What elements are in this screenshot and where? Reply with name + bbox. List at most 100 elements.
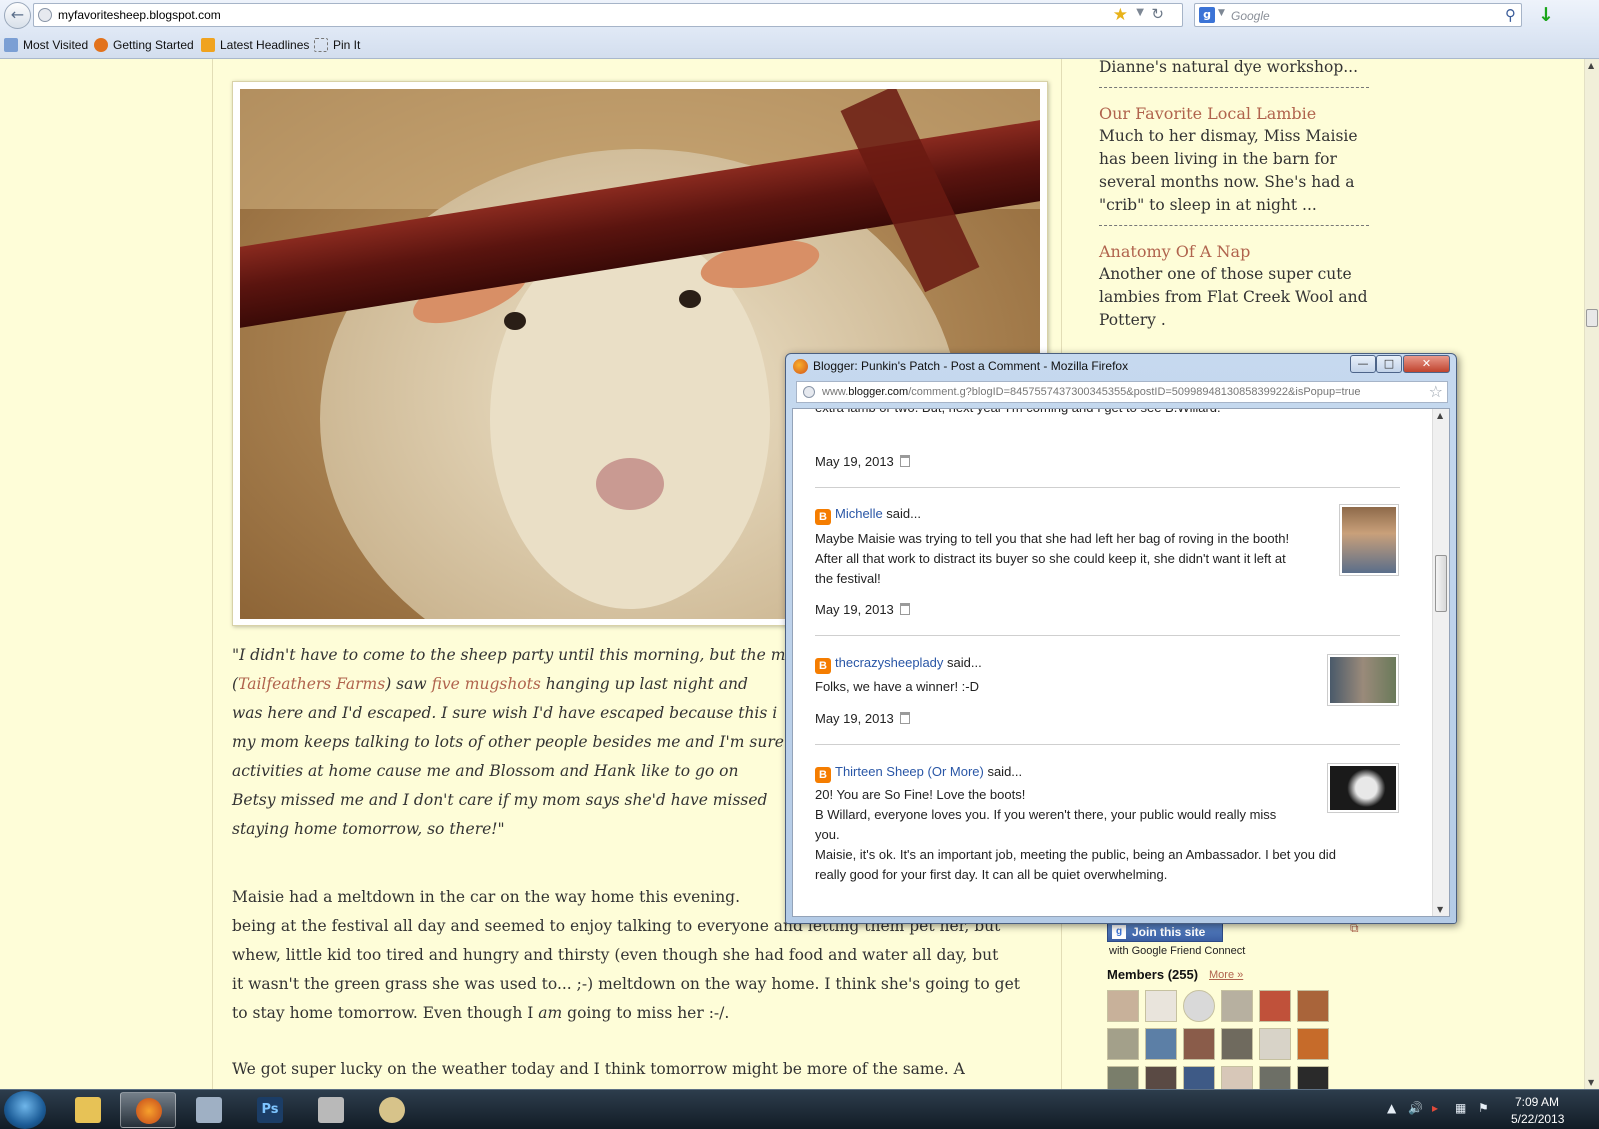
scroll-down-arrow-icon[interactable]: ▼ (1588, 1078, 1594, 1087)
show-hidden-icons-icon[interactable]: ▲ (1387, 1101, 1396, 1115)
address-text[interactable]: myfavoritesheep.blogspot.com (58, 8, 221, 22)
start-button[interactable] (4, 1091, 46, 1129)
member-avatar[interactable] (1107, 1066, 1139, 1089)
bookmark-most-visited[interactable]: Most Visited (4, 38, 88, 52)
clock-date[interactable]: 5/22/2013 (1511, 1112, 1564, 1126)
delete-trash-icon[interactable] (899, 603, 910, 615)
muted-speaker-icon[interactable]: ▸ (1432, 1101, 1438, 1115)
taskbar-paint[interactable] (364, 1092, 420, 1128)
network-icon[interactable]: ▦ (1455, 1101, 1466, 1115)
reload-icon[interactable]: ↻ (1151, 5, 1164, 23)
member-avatar[interactable] (1297, 1066, 1329, 1089)
back-button[interactable]: ← (4, 2, 31, 29)
bookmark-latest-headlines[interactable]: Latest Headlines (201, 38, 309, 52)
minimize-button[interactable]: — (1350, 355, 1376, 373)
comment-header: B Michelle said... (815, 506, 921, 525)
comments-list[interactable]: extra lamb or two. But, next year I'm co… (792, 408, 1450, 917)
member-avatar[interactable] (1259, 1066, 1291, 1089)
sidebar-post-title[interactable]: Our Favorite Local Lambie (1099, 102, 1369, 125)
divider (1099, 87, 1369, 88)
avatar-image (1330, 766, 1396, 810)
popup-address-text[interactable]: www.blogger.com/comment.g?blogID=8457557… (822, 386, 1361, 398)
firefox-icon (94, 38, 108, 52)
commenter-avatar[interactable] (1327, 763, 1399, 813)
member-avatar[interactable] (1221, 1028, 1253, 1060)
taskbar-calculator[interactable] (181, 1092, 237, 1128)
comment-date: May 19, 2013 (815, 711, 910, 726)
bookmark-star-icon[interactable]: ☆ (1429, 382, 1443, 401)
comment-author-link[interactable]: thecrazysheeplady (835, 655, 943, 670)
members-count: Members (255) (1107, 967, 1199, 982)
delete-trash-icon[interactable] (899, 712, 910, 724)
address-bar[interactable]: myfavoritesheep.blogspot.com ★ ▼ ↻ (33, 3, 1183, 27)
bookmarks-toolbar: Most Visited Getting Started Latest Head… (0, 31, 1599, 59)
member-avatar[interactable] (1145, 1028, 1177, 1060)
speaker-icon[interactable]: 🔊 (1408, 1101, 1423, 1115)
search-placeholder[interactable]: Google (1231, 9, 1270, 23)
site-identity-icon[interactable] (803, 386, 815, 398)
comment-date: May 19, 2013 (815, 602, 910, 617)
url-history-dropdown-icon[interactable]: ▼ (1136, 7, 1144, 18)
google-engine-icon[interactable]: g (1199, 7, 1215, 23)
sidebar-post-title[interactable]: Anatomy Of A Nap (1099, 240, 1369, 263)
popup-scrollbar[interactable]: ▲ ▼ (1432, 409, 1449, 916)
tailfeathers-farms-link[interactable]: Tailfeathers Farms (238, 675, 385, 693)
browser-navbar: ← myfavoritesheep.blogspot.com ★ ▼ ↻ g ▼… (0, 0, 1599, 31)
comment-author-link[interactable]: Michelle (835, 506, 883, 521)
comment-body: 20! You are So Fine! Love the boots! B W… (815, 787, 1336, 882)
bookmark-pin-it[interactable]: Pin It (314, 38, 360, 52)
scroll-up-arrow-icon[interactable]: ▲ (1437, 411, 1443, 420)
paint-palette-icon (379, 1097, 405, 1123)
search-magnifier-icon[interactable]: ⚲ (1505, 6, 1516, 24)
site-identity-icon[interactable] (38, 8, 52, 22)
bookmark-getting-started[interactable]: Getting Started (94, 38, 194, 52)
member-avatar[interactable] (1297, 990, 1329, 1022)
taskbar-app[interactable] (303, 1092, 359, 1128)
comment-author-link[interactable]: Thirteen Sheep (Or More) (835, 764, 984, 779)
downloads-arrow-icon[interactable]: ↓ (1538, 4, 1554, 26)
five-mugshots-link[interactable]: five mugshots (432, 675, 541, 693)
member-avatar[interactable] (1145, 990, 1177, 1022)
sidebar-snippet: Dianne's natural dye workshop... (1099, 59, 1359, 76)
scrollbar-thumb[interactable] (1586, 309, 1598, 327)
firefox-icon (136, 1098, 162, 1124)
member-avatar[interactable] (1259, 990, 1291, 1022)
close-button[interactable]: ✕ (1403, 355, 1450, 373)
join-this-site-button[interactable]: g Join this site (1107, 922, 1223, 942)
bookmark-star-icon[interactable]: ★ (1113, 5, 1128, 25)
member-avatar[interactable] (1221, 1066, 1253, 1089)
taskbar-firefox[interactable] (120, 1092, 176, 1128)
member-avatar[interactable] (1259, 1028, 1291, 1060)
scrollbar-thumb[interactable] (1435, 555, 1447, 612)
member-avatar[interactable] (1183, 990, 1215, 1022)
action-center-flag-icon[interactable]: ⚑ (1478, 1101, 1489, 1115)
delete-trash-icon[interactable] (899, 455, 910, 467)
search-bar[interactable]: g ▼ Google ⚲ (1194, 3, 1522, 27)
member-avatar[interactable] (1107, 1028, 1139, 1060)
member-avatar[interactable] (1221, 990, 1253, 1022)
member-avatar[interactable] (1145, 1066, 1177, 1089)
member-avatar[interactable] (1183, 1066, 1215, 1089)
divider (1099, 225, 1369, 226)
scroll-down-arrow-icon[interactable]: ▼ (1437, 905, 1443, 914)
search-engine-dropdown-icon[interactable]: ▼ (1218, 8, 1225, 18)
popup-address-bar[interactable]: www.blogger.com/comment.g?blogID=8457557… (796, 381, 1448, 403)
scroll-up-arrow-icon[interactable]: ▲ (1588, 61, 1594, 70)
comment-header: Bthecrazysheeplady said... (815, 655, 982, 674)
window-app-icon (318, 1097, 344, 1123)
commenter-avatar[interactable] (1327, 654, 1399, 706)
comment-popup-window[interactable]: Blogger: Punkin's Patch - Post a Comment… (785, 353, 1457, 924)
members-more-link[interactable]: More » (1209, 969, 1243, 981)
taskbar-photoshop[interactable]: Ps (242, 1092, 298, 1128)
member-avatar[interactable] (1297, 1028, 1329, 1060)
member-avatar[interactable] (1183, 1028, 1215, 1060)
page-scrollbar[interactable]: ▲ ▼ (1584, 59, 1599, 1089)
comment-body: Maybe Maisie was trying to tell you that… (815, 531, 1290, 586)
clock-time[interactable]: 7:09 AM (1515, 1095, 1559, 1109)
sidebar-post: Our Favorite Local Lambie Much to her di… (1099, 102, 1369, 217)
commenter-avatar[interactable] (1339, 504, 1399, 576)
member-avatar[interactable] (1107, 990, 1139, 1022)
taskbar-explorer[interactable] (60, 1092, 116, 1128)
blogger-icon: B (815, 658, 831, 674)
maximize-button[interactable]: □ (1376, 355, 1402, 373)
